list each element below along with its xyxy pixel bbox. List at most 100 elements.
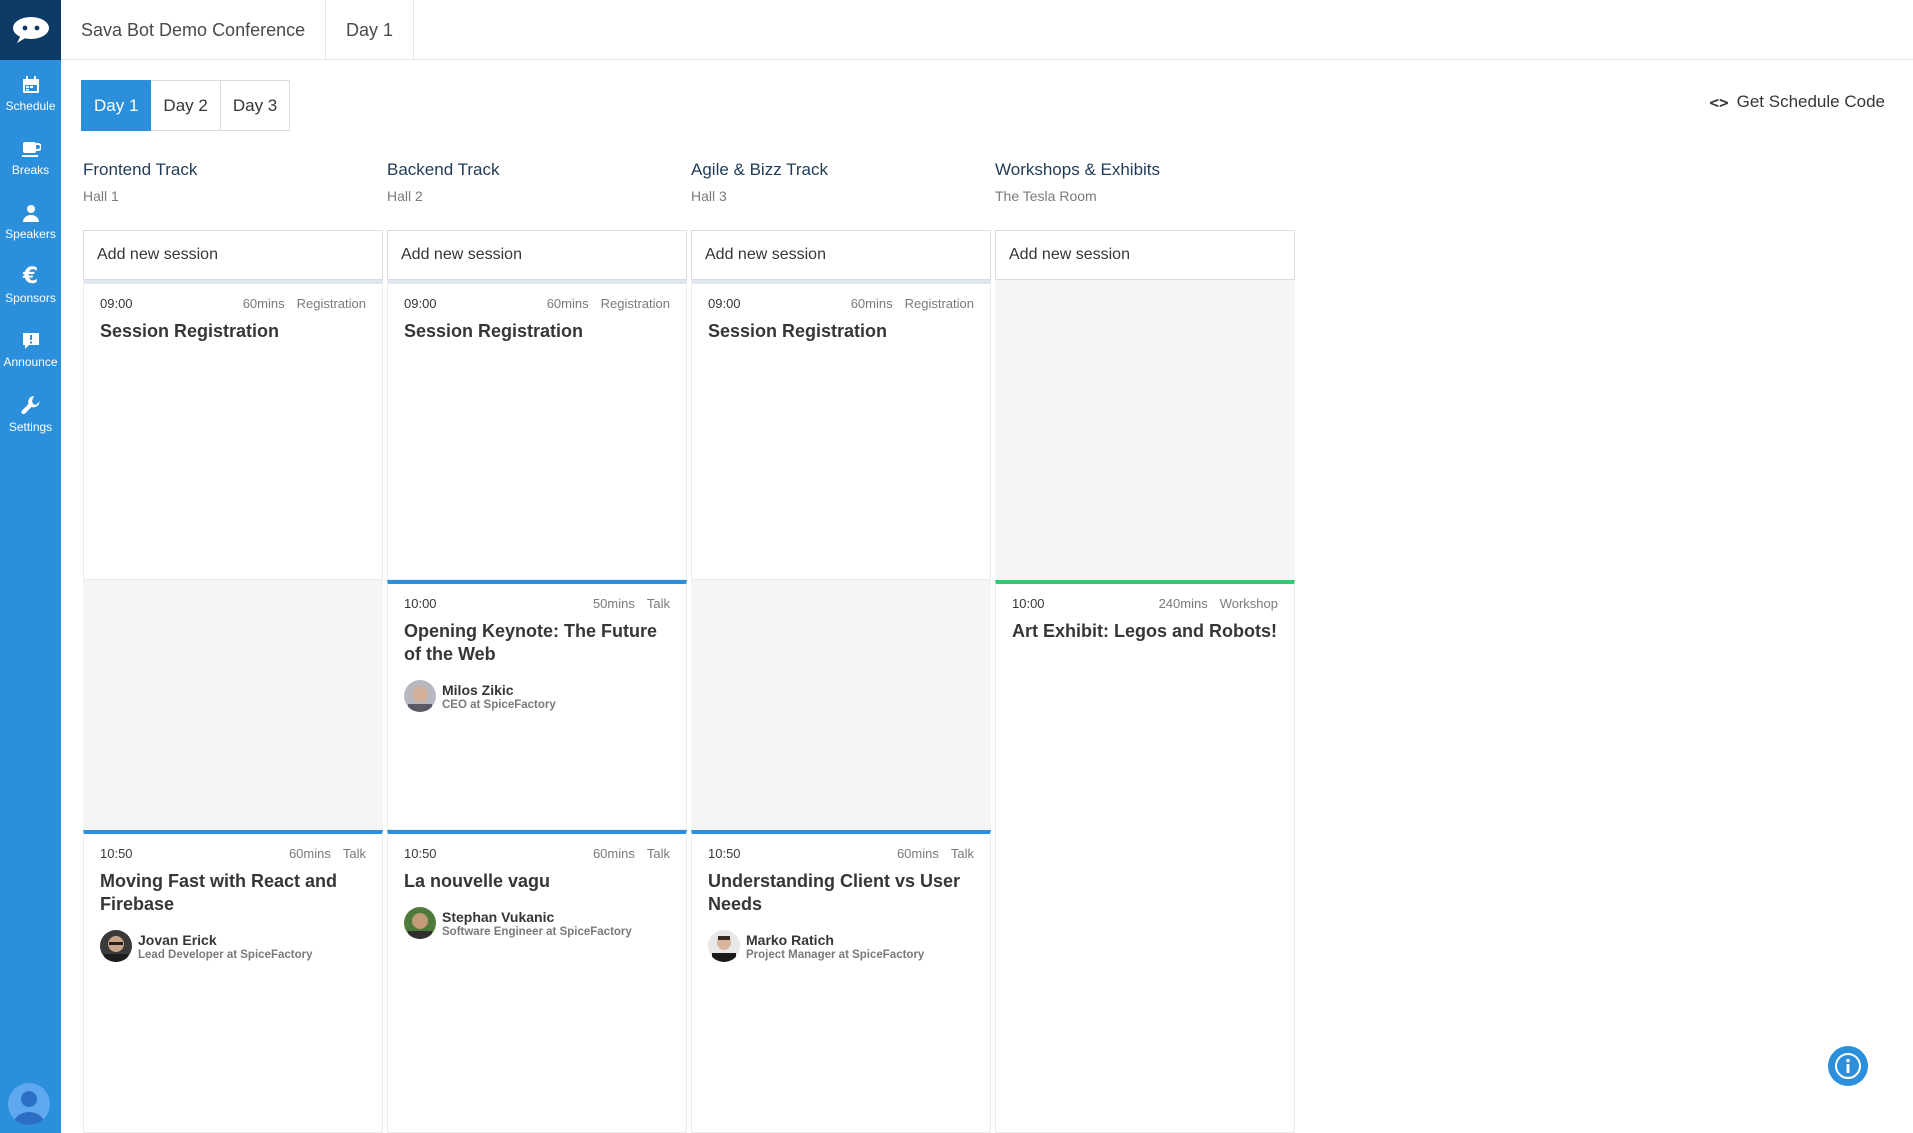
session-card[interactable]: 10:50 60mins Talk Moving Fast with React… [83, 830, 383, 1133]
add-session-button[interactable]: Add new session [387, 230, 687, 280]
user-avatar-icon [14, 1091, 44, 1125]
session-time: 09:00 [100, 296, 133, 311]
track-hall: The Tesla Room [995, 188, 1097, 204]
session-meta: 09:00 60mins Registration [708, 296, 974, 311]
session-card[interactable]: 09:00 60mins Registration Session Regist… [83, 280, 383, 580]
track-header-backend: Backend Track Hall 2 [387, 160, 677, 204]
speaker-avatar [100, 930, 132, 962]
session-card[interactable]: 10:50 60mins Talk Understanding Client v… [691, 830, 991, 1133]
app-logo[interactable] [0, 0, 61, 60]
column-backend: Add new session 09:00 60mins Registratio… [387, 230, 687, 1133]
breadcrumb-day[interactable]: Day 1 [326, 0, 415, 60]
session-duration: 60mins [288, 846, 331, 861]
session-duration: 60mins [592, 846, 635, 861]
top-bar: Sava Bot Demo Conference Day 1 [61, 0, 1913, 60]
code-icon: <> [1709, 92, 1729, 112]
track-name: Frontend Track [83, 160, 198, 179]
session-type: Talk [646, 596, 670, 611]
track-header-agile: Agile & Bizz Track Hall 3 [691, 160, 981, 204]
session-duration: 60mins [896, 846, 939, 861]
session-time: 10:00 [404, 596, 437, 611]
get-schedule-code-button[interactable]: <> Get Schedule Code [1709, 92, 1885, 112]
session-meta: 10:50 60mins Talk [404, 846, 670, 861]
session-meta: 10:00 240mins Workshop [1012, 596, 1278, 611]
session-duration: 60mins [850, 296, 893, 311]
nav-speakers[interactable]: Speakers [0, 192, 61, 252]
session-meta: 10:00 50mins Talk [404, 596, 670, 611]
speaker-name: Milos Zikic [442, 681, 514, 698]
session-title: Session Registration [100, 321, 280, 341]
day-tabs: Day 1 Day 2 Day 3 [81, 80, 291, 131]
session-card[interactable]: 10:00 50mins Talk Opening Keynote: The F… [387, 580, 687, 830]
session-time: 10:50 [100, 846, 133, 861]
session-duration: 50mins [592, 596, 635, 611]
speaker-name: Jovan Erick [138, 931, 217, 948]
track-hall: Hall 1 [83, 188, 119, 204]
chat-bubble-logo-icon [12, 17, 49, 43]
track-header-frontend: Frontend Track Hall 1 [83, 160, 373, 204]
session-card[interactable]: 09:00 60mins Registration Session Regist… [387, 280, 687, 580]
wrench-icon [20, 396, 39, 415]
euro-icon: € [22, 264, 39, 289]
column-workshops: Add new session 10:00 240mins Workshop A… [995, 230, 1295, 1133]
session-type: Registration [904, 296, 974, 311]
calendar-icon [22, 76, 39, 93]
session-duration: 60mins [546, 296, 589, 311]
announce-icon [22, 333, 39, 349]
track-hall: Hall 2 [387, 188, 423, 204]
session-card[interactable]: 10:50 60mins Talk La nouvelle vagu Steph… [387, 830, 687, 1133]
info-button[interactable] [1828, 1046, 1868, 1086]
speaker-avatar [404, 907, 436, 939]
nav-schedule-label: Schedule [5, 99, 56, 113]
speaker-role: Project Manager at SpiceFactory [746, 948, 925, 961]
breadcrumb-conference[interactable]: Sava Bot Demo Conference [61, 0, 327, 60]
speaker: Marko Ratich Project Manager at SpiceFac… [708, 930, 974, 962]
empty-slot[interactable] [995, 280, 1295, 580]
session-time: 09:00 [404, 296, 437, 311]
empty-slot[interactable] [691, 580, 991, 830]
session-meta: 10:50 60mins Talk [100, 846, 366, 861]
session-time: 10:50 [404, 846, 437, 861]
nav-announce-label: Announce [3, 355, 58, 369]
nav-settings[interactable]: Settings [0, 384, 61, 444]
nav-schedule[interactable]: Schedule [0, 64, 61, 124]
nav-settings-label: Settings [8, 420, 53, 434]
session-type: Registration [600, 296, 670, 311]
tab-day-1[interactable]: Day 1 [81, 80, 152, 131]
speaker-role: Software Engineer at SpiceFactory [442, 925, 632, 938]
session-title: Understanding Client vs User Needs [708, 871, 961, 914]
session-duration: 60mins [242, 296, 285, 311]
sidebar: Schedule Breaks Speakers € Sponsors Anno… [0, 0, 61, 1133]
nav-breaks[interactable]: Breaks [0, 128, 61, 188]
nav-sponsors-label: Sponsors [5, 291, 56, 305]
get-schedule-code-label: Get Schedule Code [1736, 92, 1885, 111]
session-type: Registration [296, 296, 366, 311]
nav-breaks-label: Breaks [11, 163, 50, 177]
add-session-button[interactable]: Add new session [83, 230, 383, 280]
speaker: Jovan Erick Lead Developer at SpiceFacto… [100, 930, 366, 962]
add-session-button[interactable]: Add new session [691, 230, 991, 280]
info-icon [1835, 1053, 1861, 1079]
add-session-button[interactable]: Add new session [995, 230, 1295, 280]
session-type: Talk [950, 846, 974, 861]
session-type: Workshop [1219, 596, 1278, 611]
nav-sponsors[interactable]: € Sponsors [0, 256, 61, 316]
tab-day-3[interactable]: Day 3 [220, 80, 291, 131]
user-avatar[interactable] [8, 1083, 50, 1125]
session-meta: 09:00 60mins Registration [100, 296, 366, 311]
speaker-role: Lead Developer at SpiceFactory [138, 948, 313, 961]
session-time: 10:00 [1012, 596, 1045, 611]
nav-speakers-label: Speakers [5, 227, 56, 241]
session-card[interactable]: 10:00 240mins Workshop Art Exhibit: Lego… [995, 580, 1295, 1133]
speaker-name: Stephan Vukanic [442, 908, 555, 925]
empty-slot[interactable] [83, 580, 383, 830]
track-name: Backend Track [387, 160, 500, 179]
tab-day-2[interactable]: Day 2 [151, 80, 221, 131]
session-meta: 10:50 60mins Talk [708, 846, 974, 861]
session-card[interactable]: 09:00 60mins Registration Session Regist… [691, 280, 991, 580]
coffee-icon [21, 142, 41, 157]
column-agile: Add new session 09:00 60mins Registratio… [691, 230, 991, 1133]
nav-announce[interactable]: Announce [0, 320, 61, 380]
speaker-role: CEO at SpiceFactory [442, 698, 556, 711]
session-meta: 09:00 60mins Registration [404, 296, 670, 311]
